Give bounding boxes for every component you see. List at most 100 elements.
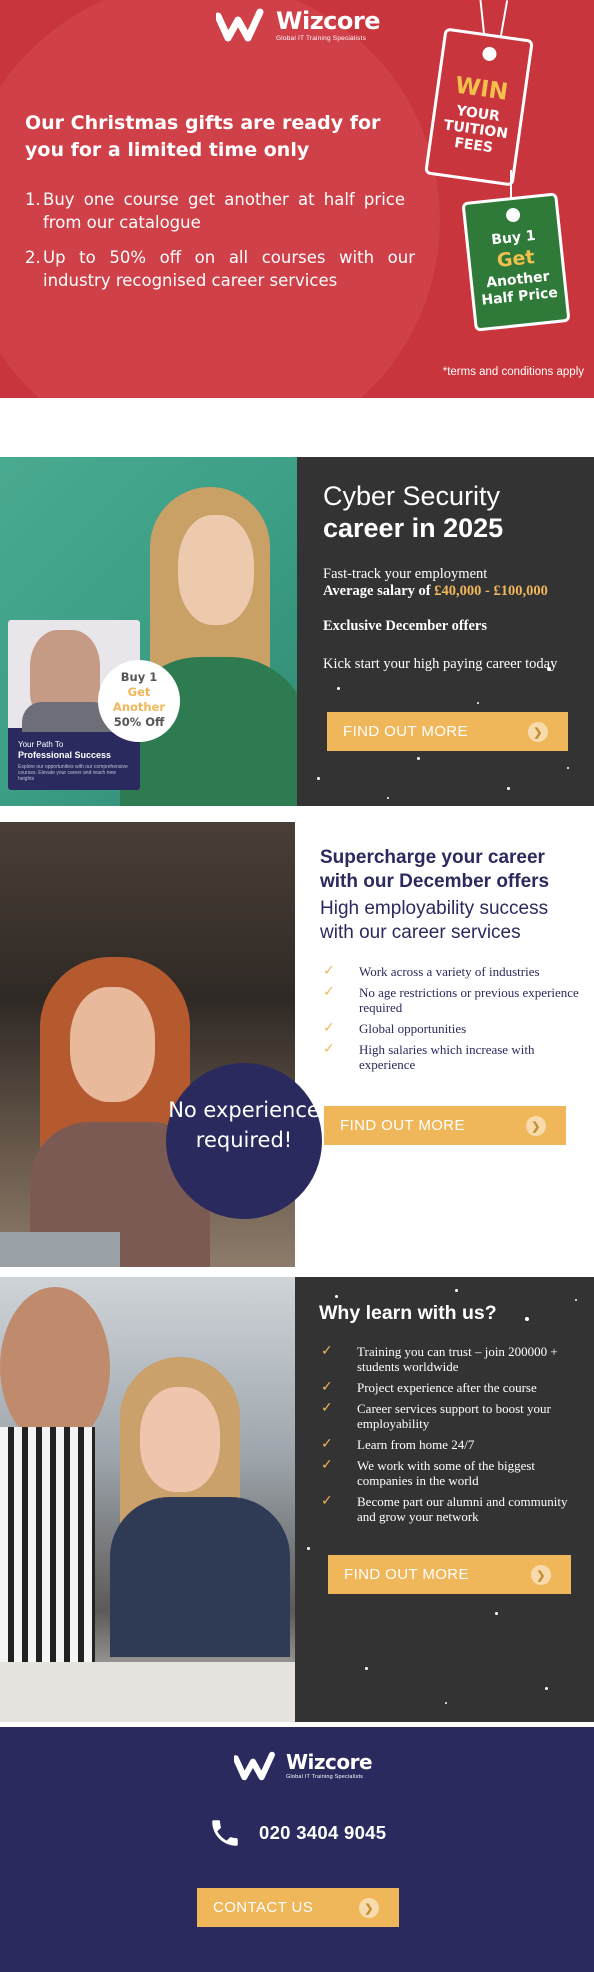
face-shape <box>70 987 155 1102</box>
salary-value: £40,000 - £100,000 <box>434 583 548 599</box>
offer-text: Buy one course get another at half price… <box>43 190 405 232</box>
desk-shape <box>0 1662 295 1722</box>
brand-name: Wizcore <box>286 1750 373 1774</box>
fast-track-text: Fast-track your employment <box>323 566 488 582</box>
employability-subheading: High employability success with our care… <box>320 898 549 943</box>
list-item: ✓ Global opportunities <box>323 1020 467 1037</box>
tag-half-price-text: Another Half Price <box>480 268 559 309</box>
no-experience-circle: No experience required! <box>166 1063 322 1219</box>
find-out-more-button[interactable]: FIND OUT MORE ❯ <box>328 1555 571 1594</box>
cyber-title-line1: Cyber Security <box>323 481 501 511</box>
check-icon: ✓ <box>323 984 335 1000</box>
terms-note: *terms and conditions apply <box>442 366 584 378</box>
laptop-shape <box>0 1232 120 1267</box>
exclusive-offers-text: Exclusive December offers <box>323 618 488 634</box>
snow-dot <box>507 787 510 790</box>
button-label: FIND OUT MORE <box>340 1117 465 1134</box>
check-icon: ✓ <box>321 1457 333 1473</box>
hero-heading: Our Christmas gifts are ready for you fo… <box>25 112 381 161</box>
book-line3: Explore our opportunities with our compr… <box>18 764 128 782</box>
list-item: ✓ Career services support to boost your e… <box>321 1400 551 1432</box>
check-icon: ✓ <box>323 1020 335 1036</box>
tag-fees-text: YOUR TUITION FEES <box>442 102 509 157</box>
denim-shirt-shape <box>110 1497 290 1657</box>
offer-item: 2. Up to 50% off on all courses with our… <box>25 246 415 292</box>
snow-dot <box>417 757 420 760</box>
man-face-shape <box>0 1287 110 1447</box>
list-item: ✓ Work across a variety of industries <box>323 963 540 980</box>
snow-dot <box>575 1299 577 1301</box>
list-item: ✓ Become part our alumni and community an… <box>321 1493 568 1525</box>
buy-one-badge: Buy 1 Get Another 50% Off <box>98 660 180 742</box>
chevron-right-icon: ❯ <box>526 1116 546 1136</box>
why-learn-title: Why learn with us? <box>319 1302 497 1324</box>
list-item: ✓ Project experience after the course <box>321 1379 537 1396</box>
snow-dot <box>387 797 389 799</box>
contact-us-button[interactable]: CONTACT US ❯ <box>197 1888 399 1927</box>
chevron-right-icon: ❯ <box>531 1565 551 1585</box>
badge-line3: Another <box>112 700 166 714</box>
salary-text: Average salary of £40,000 - £100,000 <box>323 583 593 600</box>
logo-mark-icon <box>216 8 264 42</box>
phone-number[interactable]: 020 3404 9045 <box>259 1822 386 1844</box>
badge-line4: 50% Off <box>113 715 165 729</box>
reasons-list: ✓ Training you can trust – join 200000 + … <box>319 1344 589 1530</box>
supercharge-heading: Supercharge your career with our Decembe… <box>320 847 550 892</box>
check-icon: ✓ <box>321 1400 333 1416</box>
list-item: ✓ Learn from home 24/7 <box>321 1436 475 1453</box>
snow-dot <box>307 1547 310 1550</box>
kick-start-text: Kick start your high paying career today <box>323 656 558 672</box>
snow-dot <box>455 1289 458 1292</box>
snow-dot <box>337 687 340 690</box>
phone-icon <box>212 1820 238 1846</box>
striped-shirt-shape <box>0 1427 95 1697</box>
brand-logo[interactable]: Wizcore Global IT Training Specialists <box>216 6 381 42</box>
button-label: FIND OUT MORE <box>343 723 468 740</box>
chevron-right-icon: ❯ <box>359 1898 379 1918</box>
snow-dot <box>545 1687 548 1690</box>
check-icon: ✓ <box>323 1041 335 1057</box>
button-label: CONTACT US <box>213 1899 314 1916</box>
list-item: ✓ No age restrictions or previous experie… <box>323 984 579 1016</box>
snow-dot <box>495 1612 498 1615</box>
woman-face-shape <box>140 1387 220 1492</box>
find-out-more-button[interactable]: FIND OUT MORE ❯ <box>324 1106 566 1145</box>
offer-text: Up to 50% off on all courses with our in… <box>43 248 415 290</box>
brand-tagline: Global IT Training Specialists <box>276 34 367 42</box>
snow-dot <box>365 1667 368 1670</box>
cyber-title: Cyber Security career in 2025 <box>323 480 583 544</box>
snow-dot <box>335 1295 338 1298</box>
tag-hole <box>481 46 498 62</box>
students-photo <box>0 1277 295 1722</box>
snow-dot <box>477 702 479 704</box>
offer-number: 1. <box>25 190 41 209</box>
badge-line1: Buy 1 <box>120 670 158 684</box>
snow-dot <box>525 1317 529 1321</box>
badge-line2: Get <box>127 685 151 699</box>
snow-dot <box>445 1702 447 1704</box>
brand-name: Wizcore <box>276 6 381 35</box>
snow-dot <box>317 777 320 780</box>
logo-mark-icon <box>234 1751 275 1781</box>
brand-tagline: Global IT Training Specialists <box>286 1774 364 1780</box>
face-shape <box>178 515 254 625</box>
salary-label: Average salary of <box>323 583 435 599</box>
check-icon: ✓ <box>321 1436 333 1452</box>
tag-hole <box>505 207 521 223</box>
book-line2: Professional Success <box>18 750 112 760</box>
half-price-tag: Buy 1 Get Another Half Price <box>461 192 571 332</box>
find-out-more-button[interactable]: FIND OUT MORE ❯ <box>327 712 568 751</box>
footer-logo[interactable]: Wizcore Global IT Training Specialists <box>234 1750 373 1781</box>
list-item: ✓ High salaries which increase with exper… <box>323 1041 535 1073</box>
check-icon: ✓ <box>321 1343 333 1359</box>
snow-dot <box>567 767 569 769</box>
list-item: ✓ Training you can trust – join 200000 + … <box>321 1343 558 1375</box>
list-item: ✓ We work with some of the biggest compan… <box>321 1457 536 1489</box>
chevron-right-icon: ❯ <box>528 722 548 742</box>
check-icon: ✓ <box>323 963 335 979</box>
cyber-title-line2: career in 2025 <box>323 513 504 543</box>
benefits-list: ✓ Work across a variety of industries ✓ No… <box>321 964 581 1078</box>
check-icon: ✓ <box>321 1493 333 1509</box>
offer-item: 1. Buy one course get another at half pr… <box>25 188 405 234</box>
check-icon: ✓ <box>321 1379 333 1395</box>
